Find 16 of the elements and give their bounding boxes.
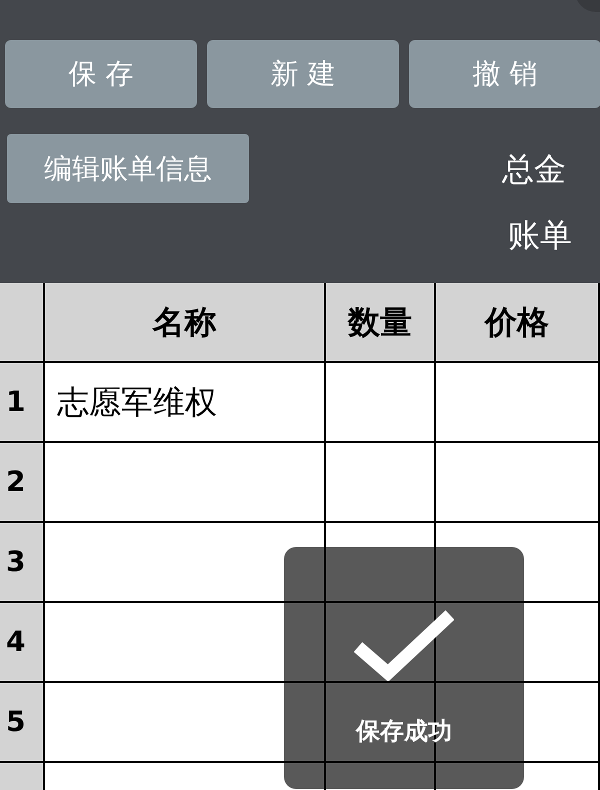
- row-number: 4: [0, 603, 45, 681]
- row-number: 2: [0, 443, 45, 521]
- total-label: 总金: [502, 148, 567, 190]
- edit-bill-button[interactable]: 编辑账单信息: [7, 134, 249, 203]
- column-header: 数量: [326, 283, 436, 361]
- toolbar-button[interactable]: 新 建: [207, 40, 399, 108]
- toolbar-button[interactable]: 保 存: [5, 40, 197, 108]
- toast-message: 保存成功: [356, 716, 452, 747]
- row-number: 5: [0, 683, 45, 761]
- date-label: 账单: [508, 215, 573, 256]
- column-header: 名称: [45, 283, 326, 361]
- column-header: 价格: [436, 283, 600, 361]
- row-number: 3: [0, 523, 45, 601]
- row-number: 1: [0, 363, 45, 441]
- check-icon: [354, 609, 454, 681]
- toolbar-button[interactable]: 撤 销: [409, 40, 600, 108]
